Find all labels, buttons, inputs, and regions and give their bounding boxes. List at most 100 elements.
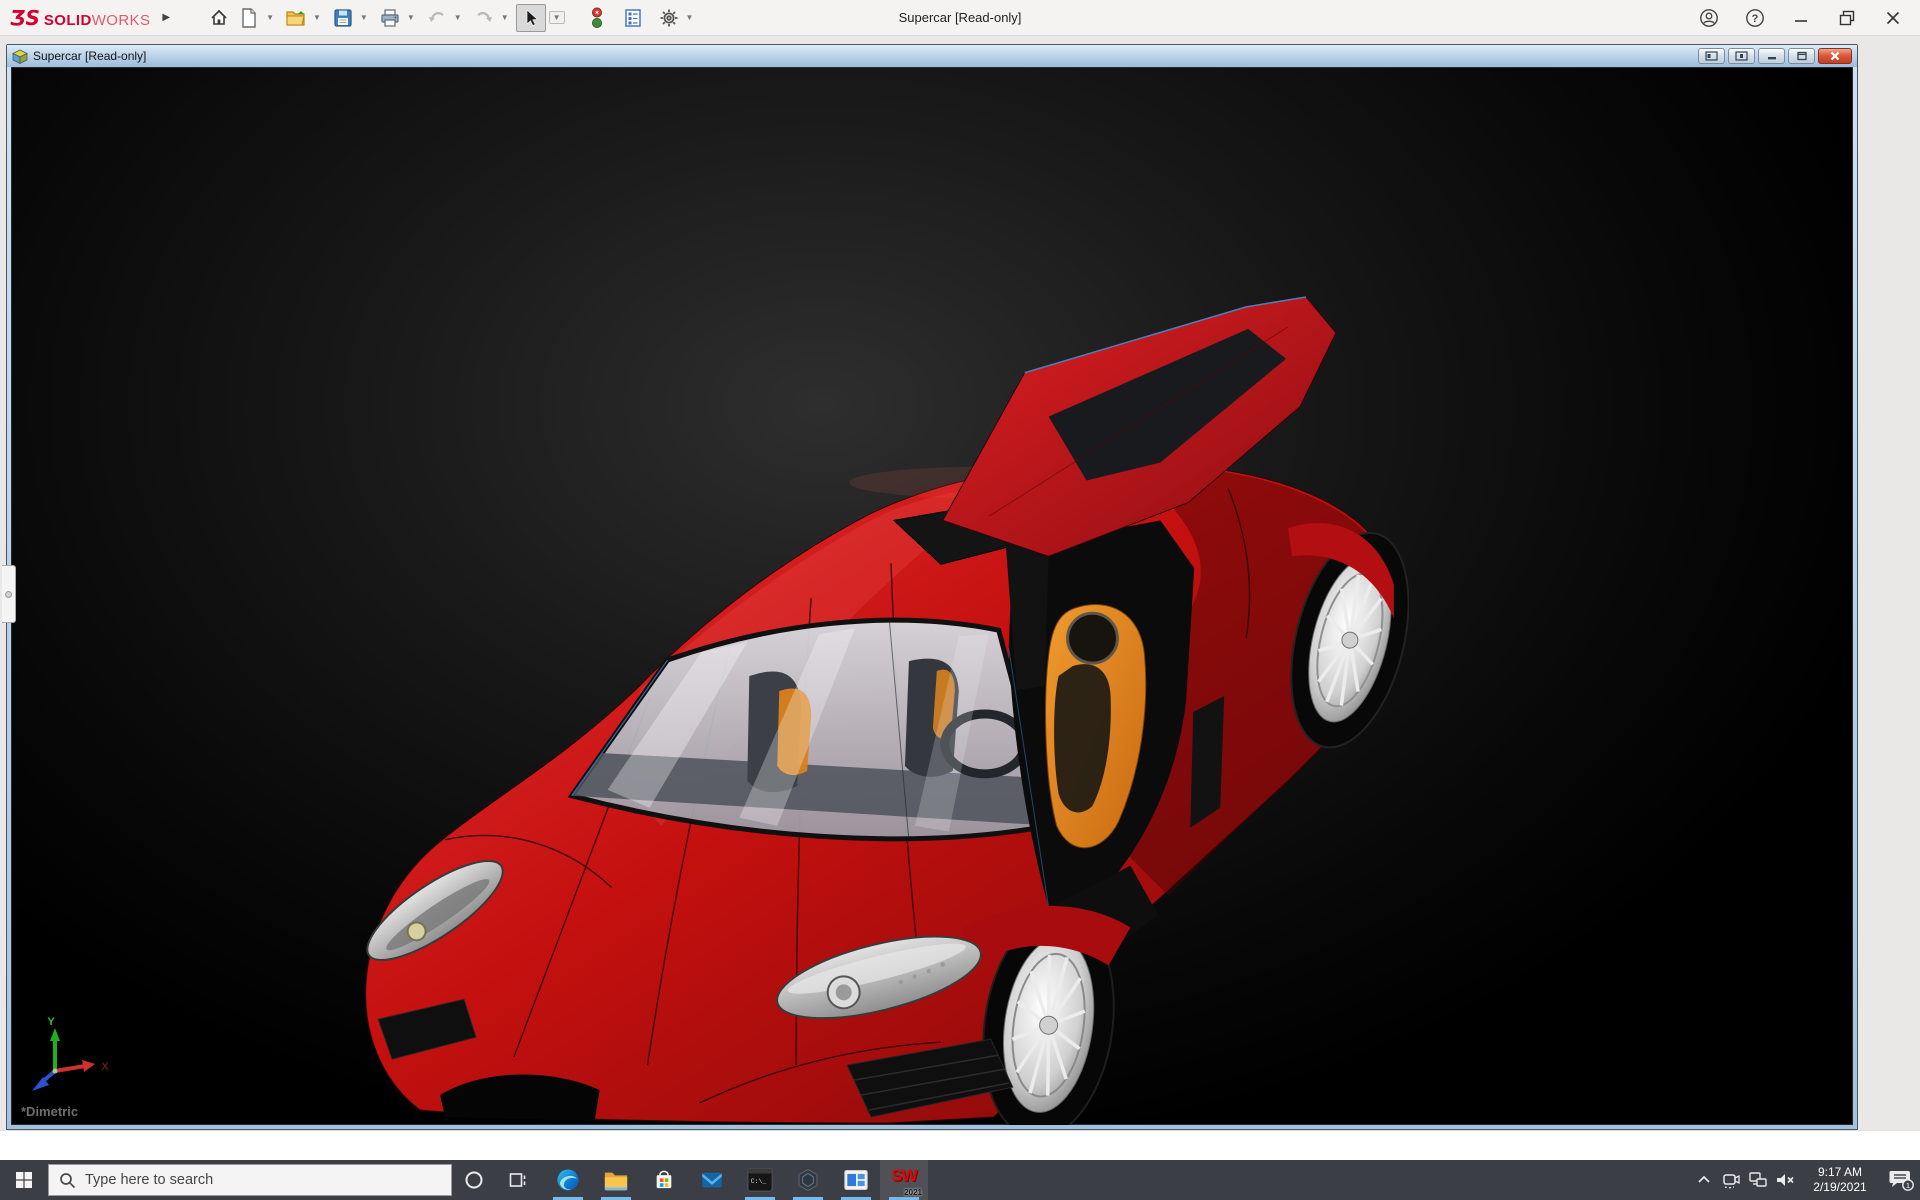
meet-now-button[interactable] [1717,1160,1744,1200]
options-button[interactable] [654,4,684,32]
cortana-button[interactable] [452,1160,496,1200]
close-button[interactable] [1880,5,1906,31]
traffic-light-button[interactable]: ✶ [582,4,612,32]
mail-icon [702,1172,722,1188]
document-window: Supercar [Read-only] Y X *Dimetric [2,44,1858,1130]
document-close-icon [1830,51,1840,61]
quick-access-toolbar: ▼ ▼ ▼ ▼ ▼ ▼ ▼ ✶ ▼ [204,3,700,32]
new-document-button[interactable] [234,4,264,32]
save-floppy-icon [334,8,352,27]
undo-dropdown[interactable]: ▼ [454,13,462,22]
document-minimize-icon [1767,57,1776,60]
open-dropdown[interactable]: ▼ [313,13,321,22]
taskbar-app-command-prompt[interactable]: C:\_ [736,1160,784,1200]
microsoft-store-icon [656,1170,672,1189]
home-icon [211,9,227,25]
file-explorer-icon [604,1172,628,1191]
taskbar-app-hexagon[interactable] [784,1160,832,1200]
task-view-icon [509,1173,526,1187]
restore-button[interactable] [1834,5,1860,31]
brand-name-light: WORKS [91,11,151,29]
open-folder-icon [286,10,305,26]
new-document-dropdown[interactable]: ▼ [266,13,274,22]
select-tool-dropdown[interactable]: ▼ [548,11,565,24]
blue-window-app-icon [844,1170,868,1190]
solidworks-icon-letters: SW [891,1166,917,1185]
document-title-bar[interactable]: Supercar [Read-only] [7,45,1857,67]
application-title-bar: ƷS SOLID WORKS ▶ ▼ ▼ ▼ ▼ ▼ ▼ ▼ ✶ ▼ Super… [0,0,1920,36]
solidworks-icon-year: 2021 [904,1188,922,1197]
print-button[interactable] [375,4,405,32]
document-close-button[interactable] [1818,48,1852,64]
taskbar-apps: C:\_ SW 2021 [544,1160,928,1200]
network-button[interactable] [1744,1160,1771,1200]
taskbar-app-edge[interactable] [544,1160,592,1200]
windows-taskbar: C:\_ SW 2021 [0,1160,1920,1200]
search-icon [60,1172,76,1188]
undo-button[interactable] [422,4,452,32]
notification-badge: 1 [1906,1181,1910,1190]
action-center-button[interactable]: 1 [1882,1160,1920,1200]
split-pane-left-button[interactable] [1698,48,1725,64]
document-title: Supercar [Read-only] [33,49,147,63]
feature-manager-collapsed-tab[interactable] [2,565,16,623]
minimize-button[interactable] [1788,5,1814,31]
hexagon-app-icon [798,1168,818,1192]
split-pane-right-button[interactable] [1728,48,1755,64]
taskbar-app-microsoft-store[interactable] [640,1160,688,1200]
taskbar-app-file-explorer[interactable] [592,1160,640,1200]
tray-overflow-button[interactable] [1690,1160,1717,1200]
solidworks-app-icon: SW 2021 [887,1165,922,1197]
taskbar-app-blue-window[interactable] [832,1160,880,1200]
save-dropdown[interactable]: ▼ [360,13,368,22]
save-button[interactable] [328,4,358,32]
system-tray: 9:17 AM 2/19/2021 1 [1690,1160,1920,1200]
window-controls: ? [1696,0,1906,36]
properties-form-icon [624,8,641,27]
help-button[interactable]: ? [1742,5,1768,31]
taskbar-app-solidworks[interactable]: SW 2021 [880,1160,928,1200]
taskbar-clock[interactable]: 9:17 AM 2/19/2021 [1800,1165,1880,1195]
svg-text:?: ? [1752,13,1759,25]
help-icon: ? [1746,9,1764,27]
edge-icon [557,1169,579,1191]
taskbar-app-mail[interactable] [688,1160,736,1200]
chevron-up-icon [1697,1175,1710,1183]
assembly-document-icon [12,49,28,64]
document-window-controls [1698,48,1852,64]
redo-button[interactable] [469,4,499,32]
clock-time: 9:17 AM [1817,1165,1863,1179]
home-button[interactable] [204,4,234,32]
redo-icon [477,11,492,22]
task-view-button[interactable] [496,1160,540,1200]
supercar-3d-model[interactable] [349,267,1409,1125]
start-button[interactable] [0,1160,48,1200]
solidworks-logo: ƷS SOLID WORKS [10,6,150,30]
account-button[interactable] [1696,5,1722,31]
taskbar-search[interactable] [48,1164,452,1196]
volume-button[interactable] [1771,1160,1798,1200]
print-dropdown[interactable]: ▼ [407,13,415,22]
select-arrow-icon [526,8,538,26]
action-center-icon: 1 [1889,1171,1914,1191]
status-bar [0,1130,1920,1160]
properties-button[interactable] [618,4,648,32]
redo-dropdown[interactable]: ▼ [501,13,509,22]
document-restore-button[interactable] [1788,48,1815,64]
search-input[interactable] [85,1172,425,1188]
options-dropdown[interactable]: ▼ [686,13,694,22]
pane-left-icon [1705,51,1718,61]
undo-icon [428,11,444,22]
triad-x-label: X [101,1061,109,1073]
tab-grip-icon [5,591,12,598]
open-button[interactable] [281,4,311,32]
graphics-viewport[interactable]: Y X *Dimetric [11,67,1853,1125]
menu-flyout-arrow-icon[interactable]: ▶ [162,12,170,23]
select-tool-button[interactable] [515,3,546,32]
document-minimize-button[interactable] [1758,48,1785,64]
application-window-title: Supercar [Read-only] [898,10,1022,25]
view-orientation-label: *Dimetric [21,1104,79,1119]
command-prompt-icon: C:\_ [747,1168,773,1192]
brand-name-bold: SOLID [43,11,92,29]
traffic-light-icon: ✶ [591,7,602,28]
